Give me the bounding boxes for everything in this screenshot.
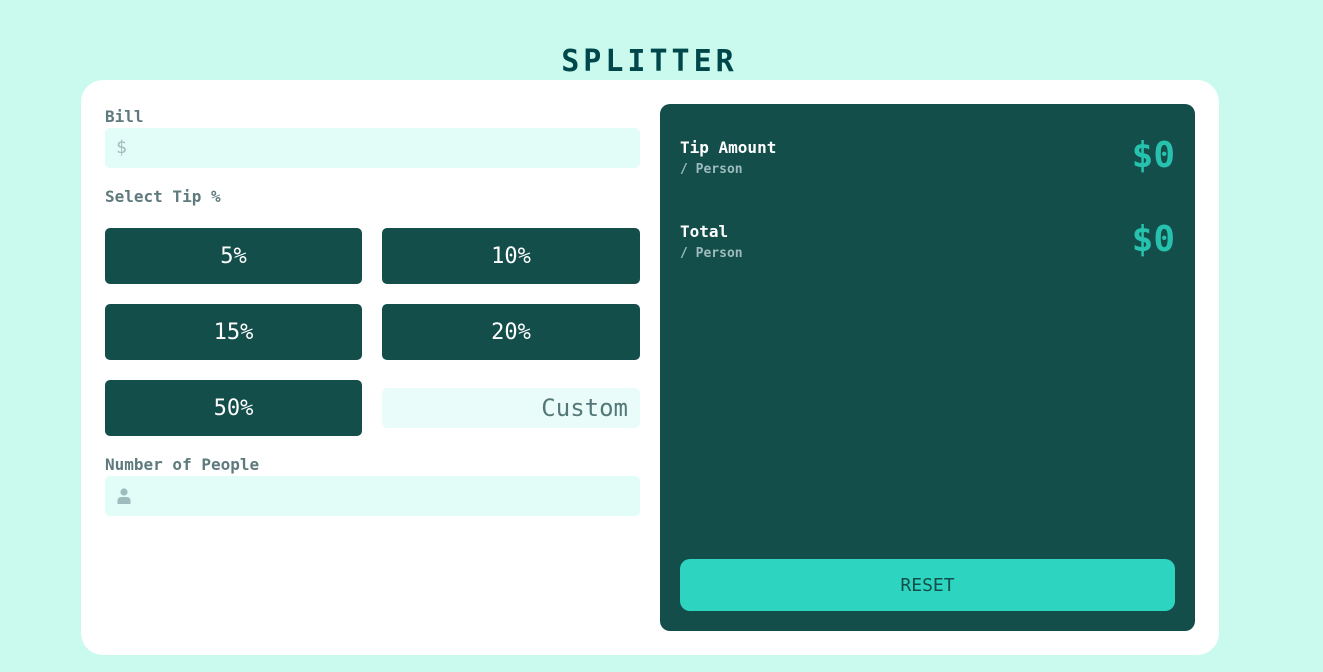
select-tip-label: Select Tip % <box>105 187 221 206</box>
tip-50-button[interactable]: 50% <box>105 380 362 436</box>
custom-tip-input[interactable] <box>382 388 640 428</box>
people-field[interactable] <box>105 476 640 518</box>
tip-5-button[interactable]: 5% <box>105 228 362 284</box>
tip-amount-label: Tip Amount <box>680 138 777 157</box>
tip-amount-value: $0 <box>1131 135 1175 176</box>
bill-label: Bill <box>105 107 144 126</box>
tip-10-button[interactable]: 10% <box>382 228 640 284</box>
app-title: SPLITTER <box>561 44 738 79</box>
people-input[interactable] <box>139 476 633 518</box>
reset-button[interactable]: RESET <box>680 559 1175 611</box>
total-per-person: / Person <box>680 246 743 261</box>
tip-amount-per-person: / Person <box>680 162 743 177</box>
people-label: Number of People <box>105 455 260 474</box>
dollar-icon: $ <box>116 137 127 158</box>
person-icon <box>117 488 131 504</box>
calculator-card: Bill $ Select Tip % 5% 10% 15% 20% 50% N… <box>81 80 1219 655</box>
tip-15-button[interactable]: 15% <box>105 304 362 360</box>
bill-field[interactable]: $ <box>105 128 640 170</box>
total-label: Total <box>680 222 729 241</box>
bill-input[interactable] <box>139 128 633 170</box>
total-value: $0 <box>1131 219 1175 260</box>
results-panel: Tip Amount / Person $0 Total / Person $0… <box>660 104 1195 631</box>
tip-20-button[interactable]: 20% <box>382 304 640 360</box>
